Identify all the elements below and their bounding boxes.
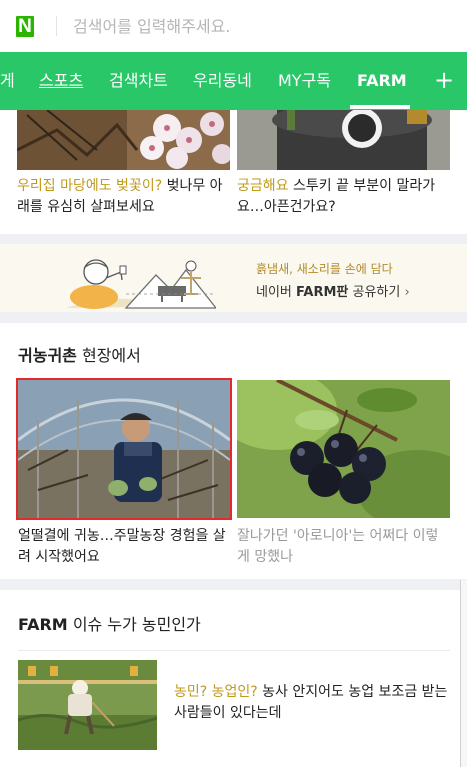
farmer-illustration [66,259,216,309]
farmer-field-thumbnail[interactable] [18,660,157,750]
banner-brand: 네이버 FARM판 [256,285,349,300]
search-input[interactable] [73,16,433,36]
nav-item-my-subscription[interactable]: MY구독 [278,52,331,110]
tip-card-2-highlight: 궁금해요 [237,178,289,194]
tip-card-1-caption[interactable]: 우리집 마당에도 벚꽃이? 벚나무 아래를 유심히 살펴보세요 [17,176,230,218]
side-panel-edge [460,580,467,767]
selection-frame [16,378,232,520]
farm-life-card-1-caption[interactable]: 얼떨결에 귀농…주말농장 경험을 살려 시작했어요 [18,526,230,568]
section-title-farm-issue-rest: 누가 농민인가 [107,615,201,634]
farm-issue-section: FARM 이슈 누가 농민인가 농민? 농업인? 농사 안지어도 농업 보조금 … [0,590,467,767]
stuckyi-plant-thumbnail[interactable] [237,110,450,170]
aronia-berries-thumbnail[interactable] [237,380,450,518]
farm-issue-card-caption[interactable]: 농민? 농업인? 농사 안지어도 농업 보조금 받는 사람들이 있다는데 [174,682,450,724]
farm-share-banner[interactable]: 흙냄새, 새소리를 손에 담다 네이버 FARM판 공유하기 › [0,244,467,312]
top-nav: 게 스포츠 검색차트 우리동네 MY구독 FARM + [0,52,467,110]
banner-tagline: 흙냄새, 새소리를 손에 담다 [256,262,393,276]
section-title-farm-issue: FARM 이슈 누가 농민인가 [18,611,201,635]
nav-item-neighborhood[interactable]: 우리동네 [193,52,252,110]
chevron-right-icon: › [404,285,410,300]
section-title-farm-issue-bold: FARM [18,615,68,634]
tip-card-1-highlight: 우리집 마당에도 벚꽃이? [17,178,163,194]
active-tab-indicator [350,105,410,109]
nav-item-prev[interactable]: 게 [0,52,15,110]
section-title-farm-life-bold: 귀농귀촌 [18,346,77,365]
nav-item-sports[interactable]: 스포츠 [39,52,83,110]
nav-item-search-chart[interactable]: 검색차트 [109,52,168,110]
farm-life-section: 귀농귀촌 현장에서 얼떨결에 귀농…주말농장 경험을 살려 시작했어요 잘나가던… [0,323,467,579]
page: N 게 스포츠 검색차트 우리동네 MY구독 FARM + [0,0,467,767]
nav-item-farm[interactable]: FARM [357,52,407,110]
search-header: N [0,0,467,52]
section-title-farm-issue-mid: 이슈 [72,615,103,634]
cherry-blossom-thumbnail[interactable] [17,110,230,170]
banner-link[interactable]: 네이버 FARM판 공유하기 › [256,281,410,300]
farm-issue-highlight: 농민? 농업인? [174,684,258,700]
tip-card-2-caption[interactable]: 궁금해요 스투키 끝 부분이 말라가요…아픈건가요? [237,176,450,218]
section-title-farm-life-rest: 현장에서 [81,346,141,365]
section-divider [18,650,450,651]
tips-section: 우리집 마당에도 벚꽃이? 벚나무 아래를 유심히 살펴보세요 궁금해요 스투키… [0,110,467,234]
naver-logo[interactable]: N [16,15,34,37]
farm-life-card-2-caption[interactable]: 잘나가던 '아로니아'는 어쩌다 이렇게 망했나 [237,526,447,568]
add-tab-icon[interactable]: + [430,52,458,110]
section-title-farm-life: 귀농귀촌 현장에서 [18,342,141,366]
search-divider [56,16,57,36]
banner-link-text: 공유하기 [348,285,401,300]
